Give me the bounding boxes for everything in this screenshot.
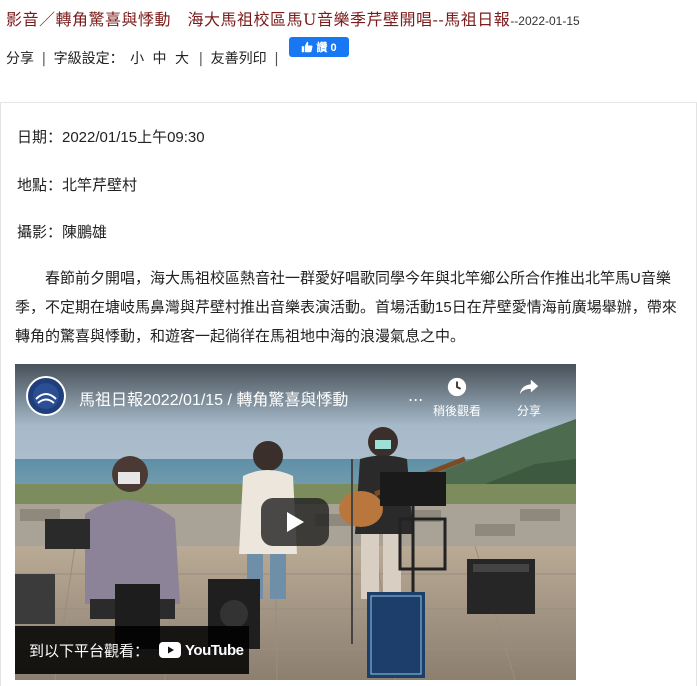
content-border-top [0, 102, 697, 103]
watch-on-label: 到以下平台觀看： [29, 642, 150, 660]
font-size-large[interactable]: 大 [175, 48, 189, 68]
article-date-line: 日期：2022/01/15上午09:30 [17, 129, 205, 146]
article-title: 影音／轉角驚喜與悸動 海大馬祖校區馬U音樂季芹壁開唱--馬祖日報 [6, 10, 511, 29]
youtube-logo[interactable]: YouTube [159, 641, 244, 659]
facebook-like-button[interactable]: 讚 0 [289, 37, 349, 57]
video-title[interactable]: 馬祖日報2022/01/15 / 轉角驚喜與悸動 [79, 386, 348, 410]
divider: | [41, 51, 47, 67]
video-title-ellipsis: ... [408, 386, 424, 405]
play-icon [287, 512, 304, 532]
article-date: --2022-01-15 [510, 14, 580, 28]
watch-later-label: 稍後觀看 [432, 404, 481, 418]
channel-avatar[interactable] [26, 376, 66, 416]
divider: | [198, 51, 204, 67]
clock-icon [447, 377, 467, 397]
share-arrow-icon [519, 379, 539, 395]
play-button[interactable] [261, 498, 329, 546]
youtube-logo-icon [159, 642, 182, 658]
print-link[interactable]: 友善列印 [211, 48, 267, 68]
article-toolbar: 分享 | 字級設定： 小 中 大 | 友善列印 | [6, 48, 282, 68]
share-link[interactable]: 分享 [6, 48, 34, 68]
content-border-left [0, 103, 1, 686]
youtube-wordmark: YouTube [185, 641, 244, 659]
watch-on-youtube-bar[interactable]: 到以下平台觀看： YouTube [15, 626, 249, 674]
article-photographer-line: 攝影：陳鵬雄 [17, 224, 108, 241]
divider: | [274, 51, 279, 67]
font-size-small[interactable]: 小 [130, 48, 144, 68]
article-body: 春節前夕開唱，海大馬祖校區熱音社一群愛好唱歌同學今年與北竿鄉公所合作推出北竿馬U… [15, 270, 677, 345]
thumbs-up-icon [302, 41, 313, 53]
watch-later-button[interactable]: 稍後觀看 [427, 376, 487, 419]
share-video-label: 分享 [516, 404, 541, 418]
article-title-row: 影音／轉角驚喜與悸動 海大馬祖校區馬U音樂季芹壁開唱--馬祖日報--2022-0… [6, 6, 696, 30]
share-video-button[interactable]: 分享 [499, 376, 559, 419]
matsu-daily-logo-icon [33, 383, 59, 409]
like-button-label: 讚 0 [316, 42, 337, 54]
font-size-medium[interactable]: 中 [153, 48, 167, 68]
article-place-line: 地點：北竿芹壁村 [17, 177, 138, 194]
font-size-label: 字級設定： [53, 51, 124, 67]
embedded-video[interactable]: 馬祖日報2022/01/15 / 轉角驚喜與悸動 ... 稍後觀看 分享 到以下… [15, 364, 576, 680]
